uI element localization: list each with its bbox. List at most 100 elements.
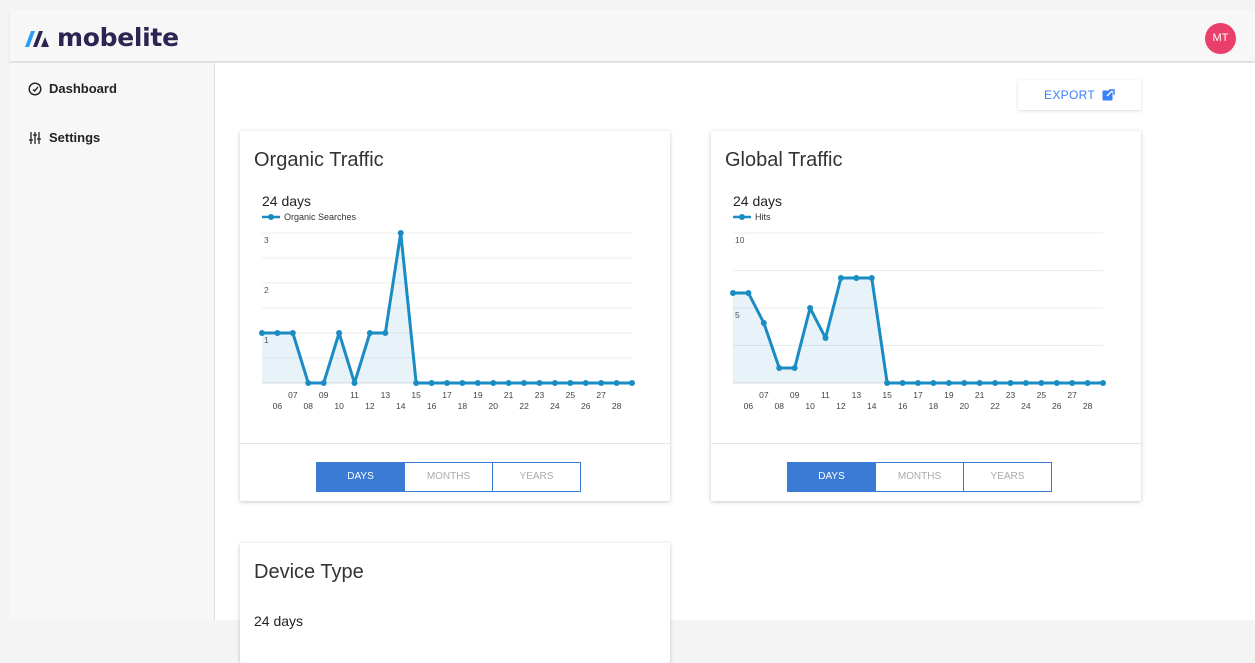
months-button[interactable]: MONTHS <box>404 462 493 492</box>
mobelite-logo-icon <box>25 30 49 47</box>
data-point <box>884 380 891 386</box>
range-toggle: DAYS MONTHS YEARS <box>787 462 1052 492</box>
main-content: EXPORT Organic Traffic 24 days Organic Se… <box>215 63 1255 663</box>
x-tick-label: 07 <box>288 390 298 400</box>
organic-traffic-chart: 24 days Organic Searches 12 3 07 09 11 13 15 17 19… <box>259 193 635 411</box>
data-point <box>259 330 265 336</box>
data-point <box>868 275 875 281</box>
data-point <box>915 380 921 386</box>
data-point <box>413 380 420 386</box>
data-point <box>945 380 952 386</box>
years-button[interactable]: YEARS <box>963 462 1052 492</box>
data-point <box>397 230 404 236</box>
sidebar-item-dashboard[interactable]: Dashboard <box>28 81 117 96</box>
x-tick-label: 22 <box>519 401 529 411</box>
x-tick-label: 10 <box>805 401 815 411</box>
data-point <box>505 380 512 386</box>
chart-range-label: 24 days <box>262 193 311 209</box>
x-tick-label: 24 <box>550 401 560 411</box>
x-tick-label: 26 <box>1052 401 1062 411</box>
x-tick-label: 17 <box>442 390 452 400</box>
x-tick-label: 06 <box>273 401 283 411</box>
dashboard-gauge-icon <box>28 81 42 96</box>
legend-label: Hits <box>755 212 771 222</box>
data-point <box>791 365 798 371</box>
card-footer: DAYS MONTHS YEARS <box>711 443 1141 501</box>
card-title: Global Traffic <box>725 149 843 171</box>
x-tick-label: 28 <box>612 401 622 411</box>
organic-traffic-card: Organic Traffic 24 days Organic Searches 1… <box>240 131 670 501</box>
data-point <box>536 380 543 386</box>
sidebar-item-label: Dashboard <box>49 81 117 96</box>
x-tick-label: 18 <box>458 401 468 411</box>
data-point <box>899 380 906 386</box>
x-tick-label: 13 <box>852 390 862 400</box>
data-point <box>428 380 435 386</box>
sidebar-item-settings[interactable]: Settings <box>28 130 100 145</box>
x-tick-label: 11 <box>350 390 359 400</box>
years-button[interactable]: YEARS <box>492 462 581 492</box>
x-tick-label: 21 <box>975 390 985 400</box>
data-point <box>474 380 481 386</box>
x-tick-label: 15 <box>882 390 892 400</box>
brand-name: mobelite <box>57 23 179 52</box>
x-tick-label: 08 <box>775 401 785 411</box>
data-point <box>551 380 558 386</box>
x-tick-label: 12 <box>836 401 846 411</box>
user-avatar[interactable]: MT <box>1205 23 1236 54</box>
data-point <box>1022 380 1029 386</box>
data-point <box>459 380 466 386</box>
data-point <box>613 380 620 386</box>
x-tick-label: 06 <box>744 401 754 411</box>
card-title: Organic Traffic <box>254 149 384 171</box>
data-point <box>274 330 281 336</box>
x-tick-label: 24 <box>1021 401 1031 411</box>
months-button[interactable]: MONTHS <box>875 462 964 492</box>
data-point <box>1084 380 1091 386</box>
y-tick-label: 10 <box>735 235 745 245</box>
global-traffic-card: Global Traffic 24 daysHits51007091113151… <box>711 131 1141 501</box>
data-point <box>444 380 450 386</box>
card-title: Device Type <box>254 561 364 583</box>
data-point <box>366 330 373 336</box>
x-tick-label: 14 <box>867 401 877 411</box>
range-toggle: DAYS MONTHS YEARS <box>316 462 581 492</box>
data-point <box>1069 380 1076 386</box>
days-button[interactable]: DAYS <box>316 462 405 492</box>
x-tick-label: 14 <box>396 401 406 411</box>
data-point <box>567 380 574 386</box>
data-point <box>1100 380 1106 386</box>
x-tick-label: 11 <box>821 390 830 400</box>
export-button[interactable]: EXPORT <box>1018 80 1141 110</box>
data-point <box>490 380 497 386</box>
data-point <box>1007 380 1014 386</box>
x-tick-label: 17 <box>913 390 923 400</box>
data-point <box>629 380 635 386</box>
export-label: EXPORT <box>1044 88 1095 102</box>
x-tick-label: 15 <box>411 390 421 400</box>
data-point <box>351 380 358 386</box>
data-point <box>730 290 736 296</box>
x-tick-label: 23 <box>1006 390 1016 400</box>
x-tick-label: 07 <box>759 390 769 400</box>
data-point <box>853 275 860 281</box>
card-footer: DAYS MONTHS YEARS <box>240 443 670 501</box>
data-point <box>1038 380 1045 386</box>
legend-label: Organic Searches <box>284 212 357 222</box>
brand-logo[interactable]: mobelite <box>23 23 179 52</box>
x-tick-label: 18 <box>929 401 939 411</box>
x-tick-label: 20 <box>960 401 970 411</box>
x-tick-label: 25 <box>566 390 576 400</box>
device-type-card: Device Type 24 days <box>240 543 670 663</box>
data-point <box>930 380 937 386</box>
x-tick-label: 13 <box>381 390 391 400</box>
days-button[interactable]: DAYS <box>787 462 876 492</box>
data-point <box>336 330 343 336</box>
data-point <box>961 380 968 386</box>
data-point <box>822 335 829 341</box>
x-tick-label: 23 <box>535 390 545 400</box>
sidebar: Dashboard Settings <box>10 63 215 620</box>
chart-range-label: 24 days <box>733 193 782 209</box>
x-tick-label: 28 <box>1083 401 1093 411</box>
data-point <box>976 380 983 386</box>
